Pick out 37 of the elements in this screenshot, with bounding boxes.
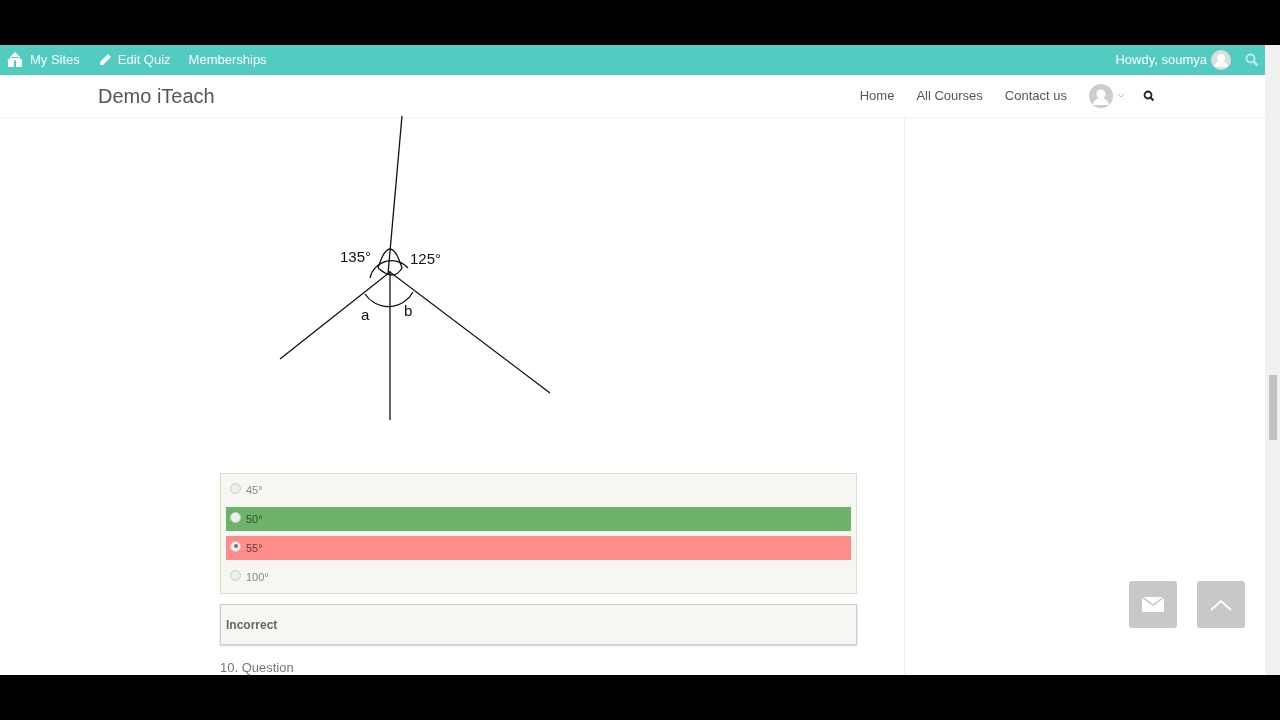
angle-label: 125° — [410, 250, 442, 267]
question-heading: 10. Question — [220, 661, 295, 674]
search-icon[interactable] — [1143, 90, 1155, 102]
email-button[interactable] — [1129, 581, 1177, 628]
admin-bar-link[interactable]: Memberships — [188, 50, 267, 70]
chevron-up-icon — [1210, 598, 1232, 611]
result-text: Incorrect — [226, 618, 278, 632]
answer-option[interactable]: 100° — [226, 565, 851, 589]
answer-text: 50° — [246, 511, 263, 527]
pencil-icon — [97, 53, 112, 67]
admin-bar-link[interactable]: Edit Quiz — [97, 50, 171, 70]
radio-button[interactable] — [230, 540, 241, 552]
nav-link[interactable]: All Courses — [916, 86, 983, 106]
scroll-top-button[interactable] — [1197, 581, 1245, 628]
answer-option[interactable]: 50° — [226, 507, 851, 531]
envelope-icon — [1142, 597, 1164, 612]
answer-text: 45° — [246, 482, 263, 498]
radio-button[interactable] — [230, 569, 241, 581]
answer-option[interactable]: 55° — [226, 536, 851, 560]
nav-link[interactable]: Home — [859, 86, 895, 106]
nav-link[interactable]: Contact us — [1004, 86, 1067, 106]
radio-button[interactable] — [230, 511, 241, 523]
admin-bar-link[interactable]: My Sites — [6, 50, 80, 70]
angle-label: 135° — [340, 248, 372, 265]
site-title[interactable]: Demo iTeach — [98, 81, 215, 111]
answer-text: 55° — [246, 540, 263, 556]
houses-icon — [6, 52, 24, 68]
greeting-link[interactable]: Howdy, soumya — [1115, 50, 1207, 70]
radio-button[interactable] — [230, 482, 241, 494]
caret-icon[interactable] — [1117, 93, 1125, 99]
avatar-icon[interactable] — [1211, 50, 1231, 70]
user-avatar-icon[interactable] — [1089, 84, 1113, 108]
angle-label: a — [361, 306, 370, 323]
answer-option[interactable]: 45° — [226, 478, 851, 502]
answer-text: 100° — [246, 569, 269, 585]
angle-label: b — [404, 302, 413, 319]
scrollbar[interactable] — [1265, 45, 1280, 675]
